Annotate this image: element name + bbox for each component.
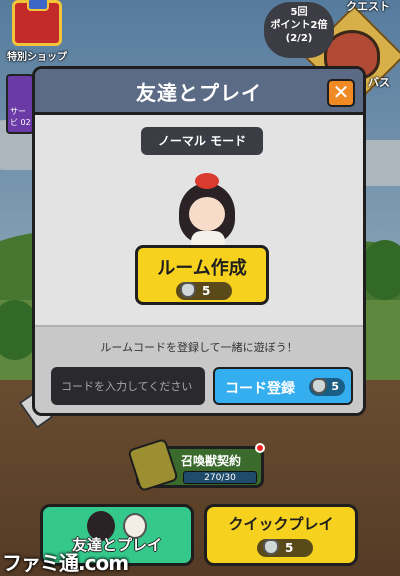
notification-dot-icon — [255, 443, 265, 453]
create-room-cost-value: 5 — [202, 284, 211, 298]
code-register-cost: 5 — [309, 378, 345, 396]
summon-contract-button[interactable]: 召喚獣契約 270/30 — [127, 437, 265, 493]
room-code-section: ルームコードを登録して一緒に遊ぼう！ コード登録 5 — [35, 325, 363, 413]
quick-play-cost-value: 5 — [285, 541, 294, 555]
bonus-progress: (2/2) — [285, 33, 313, 44]
side-menu-item[interactable]: サービ 02 — [6, 74, 34, 134]
create-room-button[interactable]: ルーム作成 5 — [135, 245, 269, 305]
summon-contract-label: 召喚獣契約 — [181, 454, 242, 468]
shop-label: 特別ショップ — [7, 52, 67, 63]
create-room-label: ルーム作成 — [157, 258, 247, 279]
ticket-pot-icon — [180, 282, 196, 298]
code-register-label: コード登録 — [225, 381, 295, 397]
boss-label: バス — [368, 76, 390, 89]
quick-play-cost: 5 — [257, 539, 313, 557]
avatar-bow — [195, 173, 219, 189]
dialog-title: 友達とプレイ — [136, 81, 262, 105]
avatar-face — [189, 197, 225, 231]
code-register-cost-value: 5 — [331, 380, 339, 393]
special-shop-button[interactable]: 特別ショップ — [6, 0, 68, 66]
room-code-input[interactable] — [51, 367, 205, 405]
side-item-label: サービ 02 — [10, 107, 31, 127]
close-icon: ✕ — [332, 80, 350, 104]
bonus-count: 5回 — [290, 7, 308, 18]
bonus-title: ポイント2倍 — [270, 20, 328, 31]
shop-chest-icon — [12, 0, 62, 46]
bonus-bubble[interactable]: 5回 ポイント2倍 (2/2) — [264, 2, 334, 58]
quick-play-button[interactable]: クイックプレイ 5 — [204, 504, 358, 566]
watermark: ファミ通.com — [2, 551, 129, 575]
quest-label[interactable]: クエスト — [346, 0, 390, 14]
play-with-friends-dialog: 友達とプレイ ✕ ノーマル モード ルーム作成 5 ルームコードを登録して一緒に… — [32, 66, 366, 416]
summon-contract-progress: 270/30 — [183, 471, 257, 484]
create-room-cost: 5 — [176, 282, 232, 300]
quick-play-label: クイックプレイ — [228, 515, 334, 533]
room-code-hint: ルームコードを登録して一緒に遊ぼう！ — [100, 341, 298, 354]
ticket-pot-icon — [311, 378, 327, 394]
dialog-header: 友達とプレイ ✕ — [35, 69, 363, 115]
mode-label: ノーマル モード — [141, 127, 263, 155]
code-register-button[interactable]: コード登録 5 — [213, 367, 353, 405]
ticket-pot-icon — [263, 539, 279, 555]
close-button[interactable]: ✕ — [327, 79, 355, 107]
